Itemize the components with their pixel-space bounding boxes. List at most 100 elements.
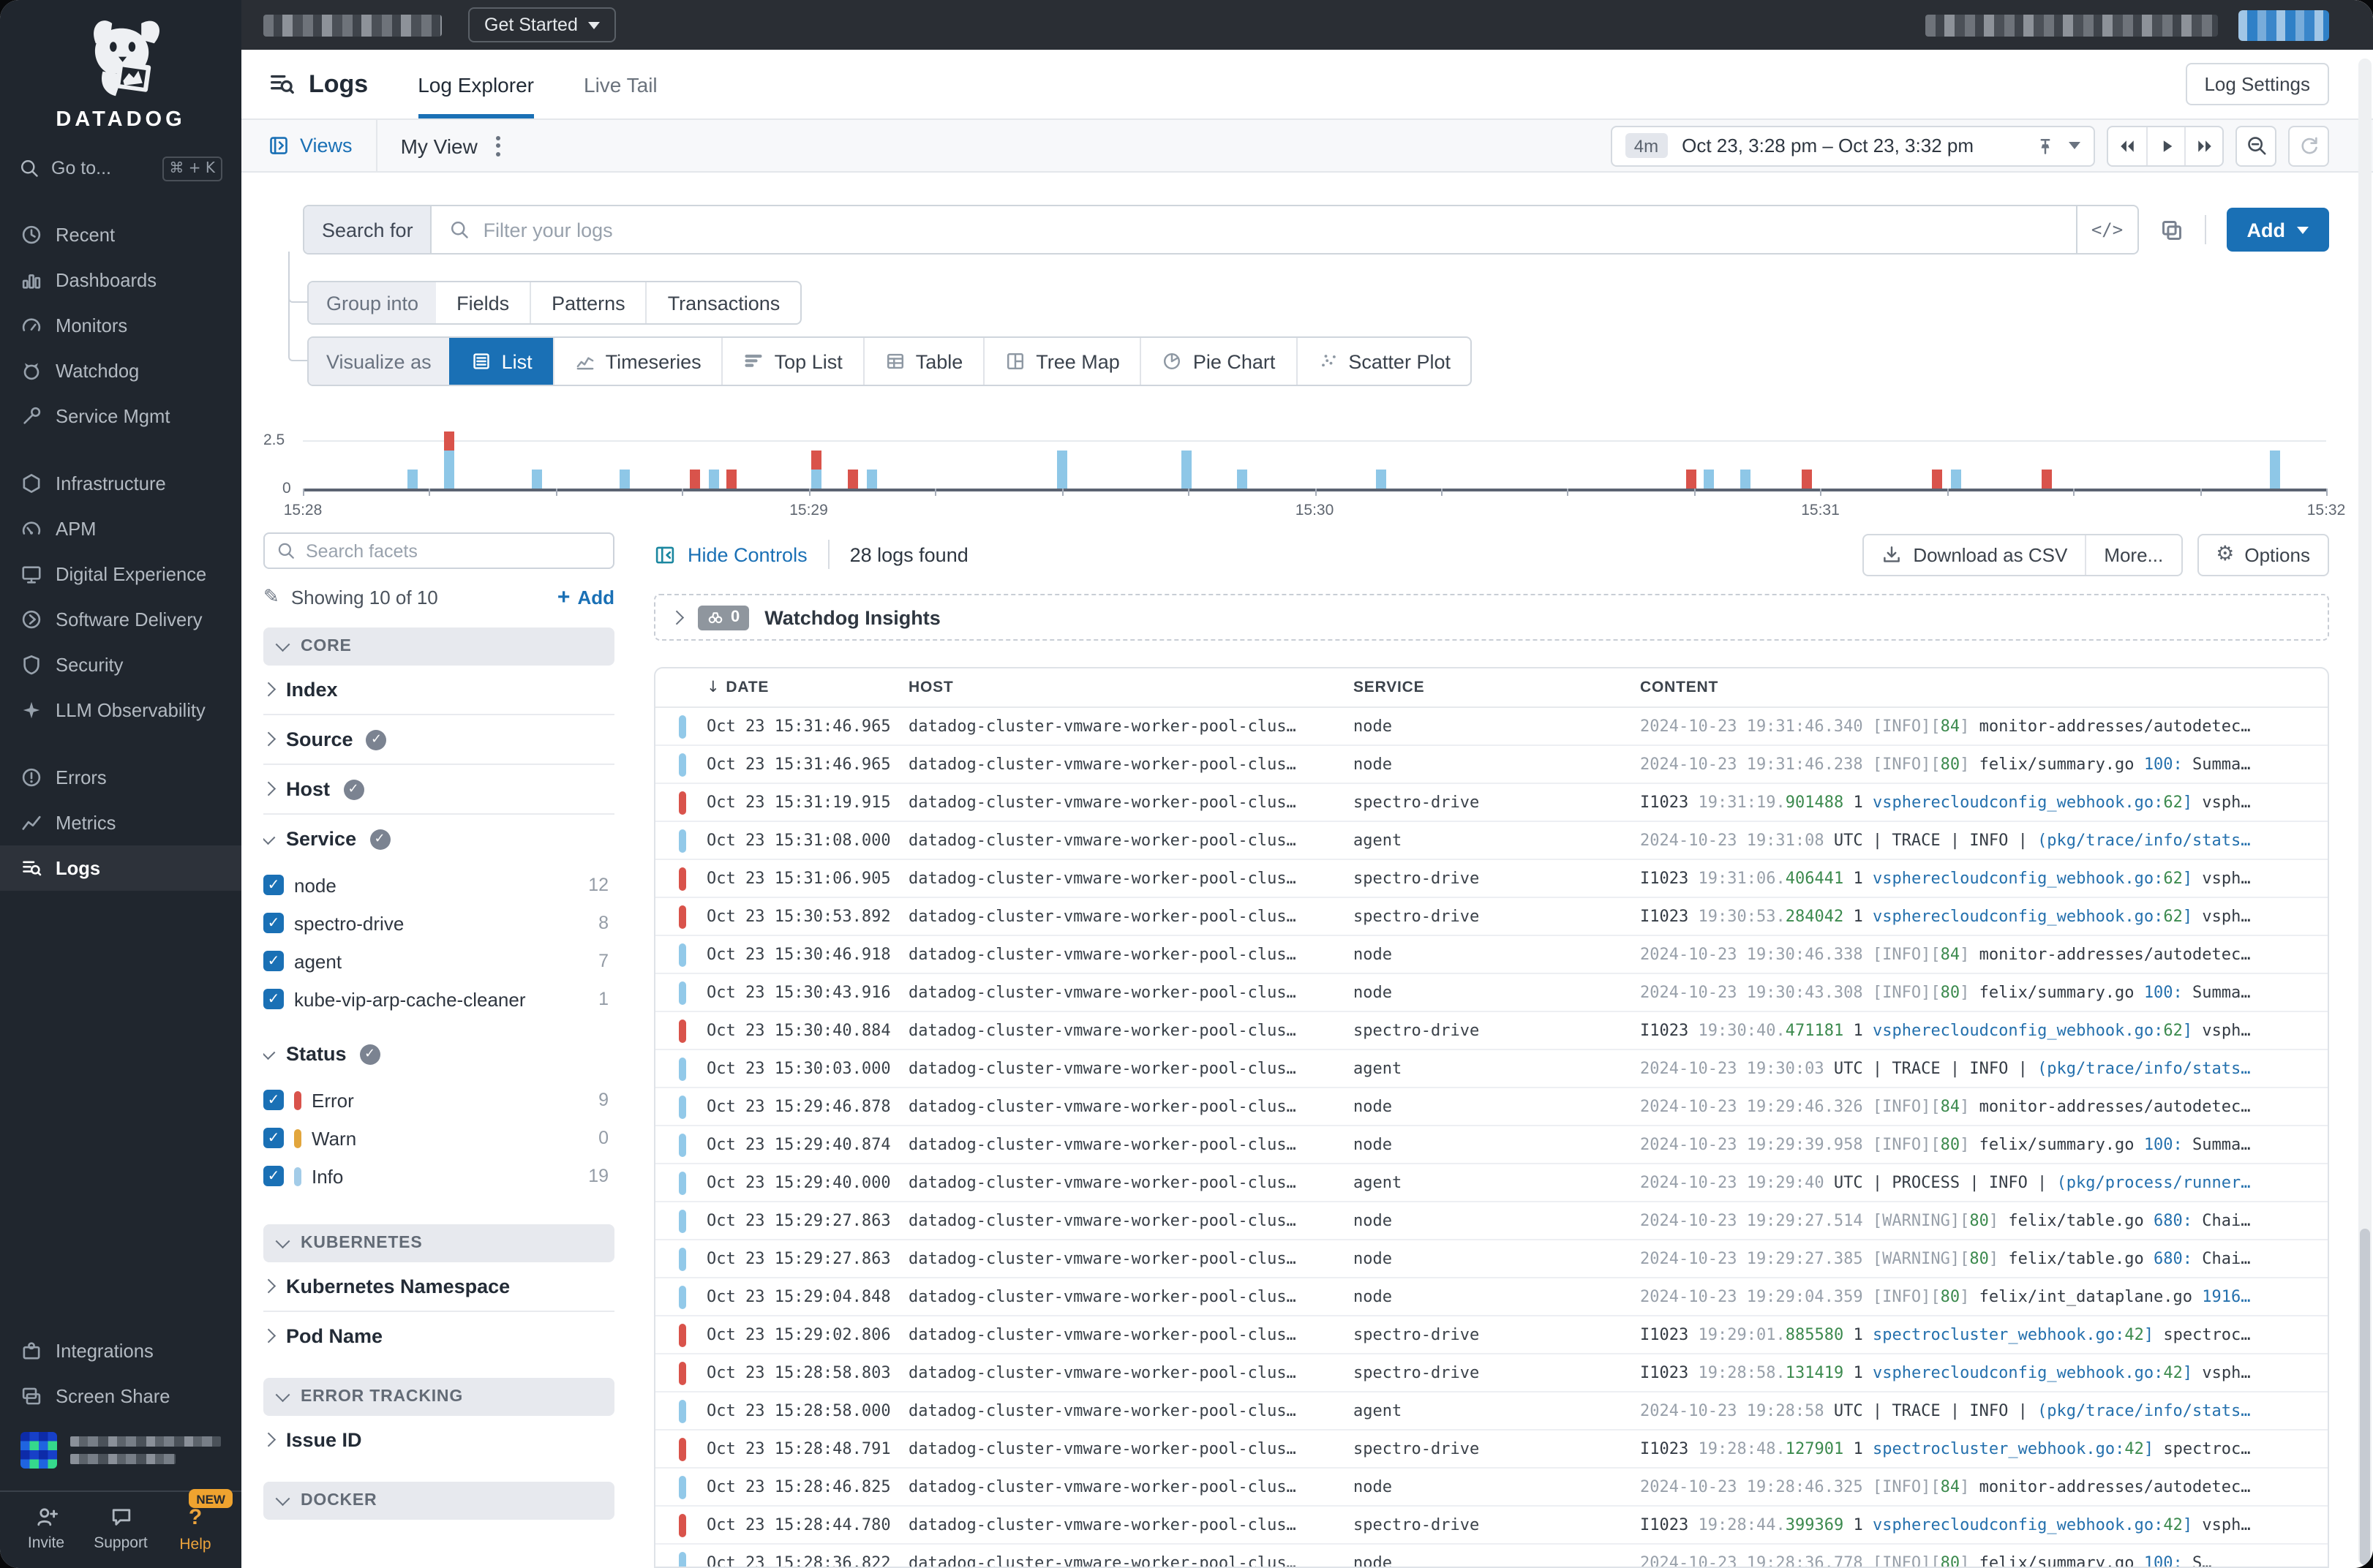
facet-index[interactable]: Index (263, 666, 614, 714)
histogram-bar[interactable] (1704, 470, 1715, 489)
facet-pod-name[interactable]: Pod Name (263, 1312, 614, 1360)
more-button[interactable]: More... (2085, 535, 2181, 574)
checkbox-checked[interactable]: ✓ (263, 913, 284, 933)
histogram-bar[interactable] (619, 470, 630, 489)
viz-option-pie-chart[interactable]: Pie Chart (1140, 338, 1296, 385)
sidebar-item-monitors[interactable]: Monitors (0, 303, 241, 348)
table-row[interactable]: Oct 23 15:28:46.825 datadog-cluster-vmwar… (655, 1469, 2328, 1507)
checkbox-checked[interactable]: ✓ (263, 1128, 284, 1148)
table-row[interactable]: Oct 23 15:31:08.000 datadog-cluster-vmwar… (655, 822, 2328, 860)
footer-support[interactable]: Support (83, 1505, 158, 1553)
histogram-bar[interactable] (1740, 470, 1751, 489)
get-started-button[interactable]: Get Started (468, 7, 616, 42)
table-row[interactable]: Oct 23 15:28:58.803 datadog-cluster-vmwar… (655, 1354, 2328, 1392)
table-row[interactable]: Oct 23 15:31:46.965 datadog-cluster-vmwar… (655, 746, 2328, 784)
checkbox-checked[interactable]: ✓ (263, 1090, 284, 1110)
scrollbar[interactable] (2358, 59, 2372, 1565)
histogram-bar[interactable] (1685, 470, 1696, 489)
facet-section-docker[interactable]: DOCKER (263, 1482, 614, 1520)
facet-section-error-tracking[interactable]: ERROR TRACKING (263, 1378, 614, 1416)
facet-value-error[interactable]: ✓ Error 9 (263, 1081, 614, 1119)
table-row[interactable]: Oct 23 15:30:03.000 datadog-cluster-vmwar… (655, 1050, 2328, 1088)
download-csv-button[interactable]: Download as CSV (1863, 535, 2085, 574)
table-row[interactable]: Oct 23 15:31:19.915 datadog-cluster-vmwar… (655, 784, 2328, 822)
column-host[interactable]: HOST (909, 679, 1353, 696)
table-row[interactable]: Oct 23 15:28:44.780 datadog-cluster-vmwar… (655, 1507, 2328, 1545)
table-row[interactable]: Oct 23 15:29:27.863 datadog-cluster-vmwar… (655, 1202, 2328, 1240)
histogram-bar[interactable] (1181, 451, 1192, 489)
sidebar-item-llm-observability[interactable]: LLM Observability (0, 687, 241, 733)
log-settings-button[interactable]: Log Settings (2185, 63, 2329, 105)
histogram-bar[interactable] (1056, 451, 1067, 489)
facet-section-core[interactable]: CORE (263, 627, 614, 666)
topbar-blue-button-redacted[interactable] (2238, 10, 2329, 40)
refresh-button[interactable] (2288, 125, 2329, 166)
histogram-bar[interactable] (848, 470, 859, 489)
viz-option-timeseries[interactable]: Timeseries (552, 338, 722, 385)
group-option-fields[interactable]: Fields (436, 282, 530, 323)
hide-controls-button[interactable]: Hide Controls (654, 543, 808, 565)
table-row[interactable]: Oct 23 15:29:27.863 datadog-cluster-vmwar… (655, 1240, 2328, 1278)
sidebar-item-metrics[interactable]: Metrics (0, 800, 241, 845)
checkbox-checked[interactable]: ✓ (263, 951, 284, 971)
histogram-bar[interactable] (443, 431, 454, 489)
column-date[interactable]: ↓ DATE (707, 679, 909, 696)
table-row[interactable]: Oct 23 15:28:48.791 datadog-cluster-vmwar… (655, 1431, 2328, 1469)
sidebar-item-screen-share[interactable]: Screen Share (0, 1373, 241, 1419)
tab-live-tail[interactable]: Live Tail (584, 50, 658, 118)
facet-value-agent[interactable]: ✓ agent 7 (263, 942, 614, 980)
search-input[interactable]: Filter your logs (432, 206, 2076, 253)
facet-status[interactable]: Status ✓ (263, 1030, 614, 1078)
histogram-plot[interactable]: 2.5 0 15:28 15:29 15:30 15:31 15:32 (263, 410, 2345, 519)
sidebar-item-recent[interactable]: Recent (0, 212, 241, 257)
sidebar-item-service-mgmt[interactable]: Service Mgmt (0, 393, 241, 439)
histogram-bar[interactable] (1801, 470, 1812, 489)
user-account[interactable] (0, 1419, 241, 1477)
table-row[interactable]: Oct 23 15:28:36.822 datadog-cluster-vmwar… (655, 1545, 2328, 1567)
viz-option-scatter-plot[interactable]: Scatter Plot (1295, 338, 1471, 385)
sidebar-item-security[interactable]: Security (0, 642, 241, 687)
facet-value-info[interactable]: ✓ Info 19 (263, 1157, 614, 1195)
histogram-bar[interactable] (1950, 470, 1961, 489)
histogram-bar[interactable] (2042, 470, 2053, 489)
tab-log-explorer[interactable]: Log Explorer (418, 50, 534, 118)
sidebar-item-dashboards[interactable]: Dashboards (0, 257, 241, 303)
pin-icon[interactable] (2035, 135, 2056, 156)
histogram-bar[interactable] (2270, 451, 2281, 489)
facet-value-node[interactable]: ✓ node 12 (263, 866, 614, 904)
shift-forward-button[interactable] (2184, 127, 2222, 165)
checkbox-checked[interactable]: ✓ (263, 989, 284, 1009)
sidebar-item-watchdog[interactable]: Watchdog (0, 348, 241, 393)
copy-icon[interactable] (2159, 217, 2184, 242)
options-button[interactable]: ⚙ Options (2197, 533, 2329, 576)
table-row[interactable]: Oct 23 15:29:40.000 datadog-cluster-vmwar… (655, 1164, 2328, 1202)
table-row[interactable]: Oct 23 15:29:04.848 datadog-cluster-vmwar… (655, 1278, 2328, 1316)
time-range-picker[interactable]: 4m Oct 23, 3:28 pm – Oct 23, 3:32 pm (1610, 125, 2095, 166)
histogram-bar[interactable] (1932, 470, 1943, 489)
zoom-out-button[interactable] (2235, 125, 2276, 166)
facet-host[interactable]: Host ✓ (263, 765, 614, 813)
footer-help[interactable]: NEW? Help (158, 1489, 233, 1553)
sidebar-item-integrations[interactable]: Integrations (0, 1328, 241, 1373)
facet-issue-id[interactable]: Issue ID (263, 1416, 614, 1464)
viz-option-table[interactable]: Table (862, 338, 984, 385)
watchdog-insights-row[interactable]: 0 Watchdog Insights (654, 594, 2329, 641)
sidebar-item-errors[interactable]: Errors (0, 755, 241, 800)
facet-value-warn[interactable]: ✓ Warn 0 (263, 1119, 614, 1157)
table-row[interactable]: Oct 23 15:29:46.878 datadog-cluster-vmwar… (655, 1088, 2328, 1126)
table-row[interactable]: Oct 23 15:29:40.874 datadog-cluster-vmwar… (655, 1126, 2328, 1164)
histogram-bar[interactable] (532, 470, 543, 489)
histogram-bar[interactable] (708, 470, 719, 489)
edit-pencil-icon[interactable]: ✎ (263, 587, 279, 608)
viz-option-list[interactable]: List (448, 338, 553, 385)
sidebar-item-software-delivery[interactable]: Software Delivery (0, 597, 241, 642)
group-option-patterns[interactable]: Patterns (530, 282, 646, 323)
histogram-bar[interactable] (811, 451, 822, 489)
histogram-bar[interactable] (407, 470, 418, 489)
view-menu-kebab[interactable] (496, 135, 501, 156)
add-facet-button[interactable]: + Add (557, 585, 614, 610)
add-button[interactable]: Add (2226, 208, 2329, 252)
facet-kubernetes-namespace[interactable]: Kubernetes Namespace (263, 1262, 614, 1311)
facet-section-kubernetes[interactable]: KUBERNETES (263, 1224, 614, 1262)
table-row[interactable]: Oct 23 15:29:02.806 datadog-cluster-vmwar… (655, 1316, 2328, 1354)
